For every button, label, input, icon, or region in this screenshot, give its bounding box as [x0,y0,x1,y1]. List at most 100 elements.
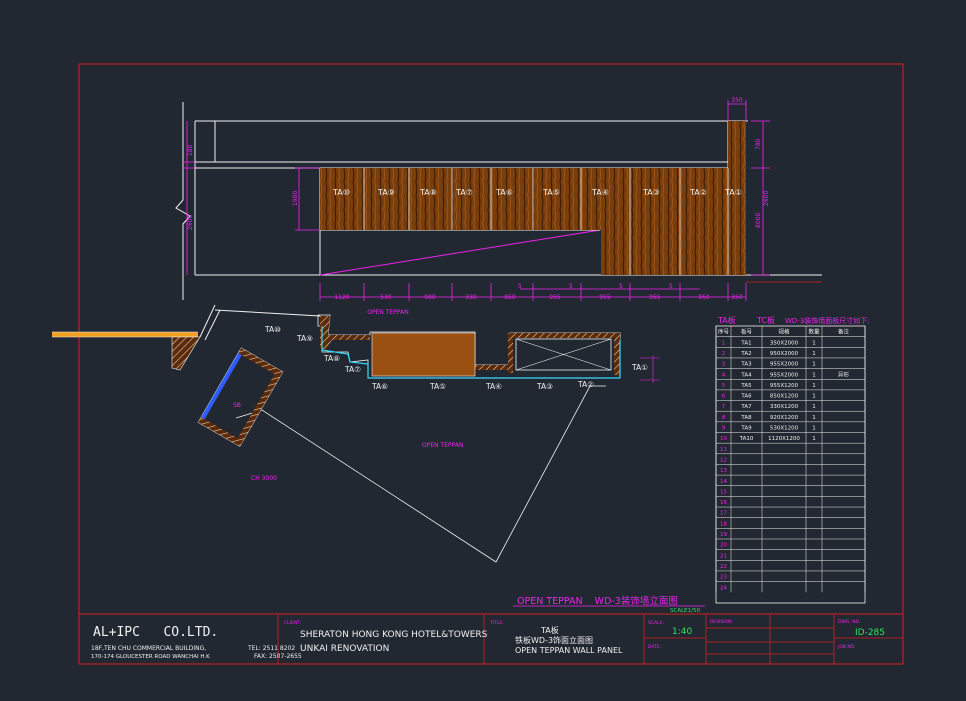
plan-sb-label: SB [233,402,241,409]
schedule-cell: 920X1200 [770,415,799,421]
schedule-cell: 22 [720,564,727,570]
drawing-caption: OPEN TEPPAN WD-3装饰墙立面图 SCALE1/50 [513,595,705,614]
schedule-header-cell: 板号 [741,328,753,336]
schedule-cell: TA10 [739,436,754,442]
schedule-cell: 17 [720,511,727,517]
schedule-title-ta: TA板 [717,315,736,325]
schedule-cell: 1 [812,436,816,442]
elev-tag-ta10: TA⑩ [332,188,350,197]
elev-right-dim-1: 780 [755,138,762,150]
schedule-cell: 2 [722,351,726,357]
elev-small-s-2: 5 [569,283,573,290]
schedule-cell: 异形 [838,370,850,378]
schedule-cell: 21 [720,553,727,559]
plan-tag-ta7: TA⑦ [344,365,361,374]
schedule-cell: 530X1200 [770,426,799,432]
elev-right-dim-2: 8000 [755,213,762,228]
company-address-2: 170-174 GLOUCESTER ROAD WANCHAI H.K [91,654,210,660]
schedule-cell: 6 [722,394,726,400]
plan-tag-ta8-upper: TA⑧ [323,354,340,363]
schedule-cell: 10 [720,436,727,442]
scale-value: 1:40 [672,627,692,637]
schedule-header-cell: 备注 [838,328,850,336]
schedule-header-cell: 规格 [778,328,790,336]
elev-bottom-dim-10: 350 [731,294,743,301]
schedule-cell: 1 [722,340,726,346]
elev-bottom-dim-5: 850 [504,294,516,301]
schedule-cell: 1 [812,415,816,421]
plan-view: SB TA⑩ TA⑨ TA⑧ TA⑦ TA⑥ TA⑤ TA④ TA③ TA② T… [52,304,660,563]
client-line-2: UNKAI RENOVATION [300,644,389,654]
schedule-cell: 15 [720,489,727,495]
schedule-cell: TA7 [740,404,752,410]
plan-tag-ta2: TA② [577,380,594,389]
elev-small-s-1: 5 [518,283,522,290]
elevation-view: 350 180 1980 2600 780 8000 2600 1120 530… [175,97,822,316]
schedule-cell: 9 [722,426,726,432]
schedule-cell: TA6 [740,394,752,400]
schedule-title-tc: TC板 [756,315,775,325]
schedule-cell: 19 [720,532,727,538]
elev-tag-ta6: TA⑥ [495,188,513,197]
elev-bottom-dim-4: 330 [465,294,477,301]
schedule-header-cell: 数量 [808,328,820,336]
schedule-cell: 1 [812,404,816,410]
schedule-cell: 1 [812,426,816,432]
schedule-cell: 3 [722,362,726,368]
elev-tag-ta1: TA① [724,188,742,197]
schedule-cell: 1 [812,372,816,378]
schedule-cell: 11 [720,447,727,453]
schedule-cell: 24 [720,585,727,591]
schedule-title-desc: WD-3装饰墙面板尺寸如下: [785,316,870,325]
plan-tag-ta10: TA⑩ [264,325,281,334]
schedule-cell: 13 [720,468,727,474]
elev-bottom-dim-2: 530 [380,294,392,301]
client-label: CLIENT: [284,620,301,626]
plan-tag-ta9: TA⑨ [296,334,313,343]
schedule-cell: 950X2000 [770,351,799,357]
schedule-cell: 8 [722,415,726,421]
plan-tag-ta5: TA⑤ [429,382,446,391]
elev-tag-ta8: TA⑧ [419,188,437,197]
title-en: OPEN TEPPAN WALL PANEL [515,646,623,655]
elev-bottom-dim-3: 980 [424,294,436,301]
job-label: JOB NO. [837,644,856,650]
schedule-cell: 4 [722,372,726,378]
elev-left-dim-1: 180 [187,144,194,156]
schedule-cell: TA2 [740,351,751,357]
schedule-cell: TA1 [740,340,751,346]
plan-tag-ta1: TA① [631,363,648,372]
company-fax: FAX: 2507-2655 [254,653,302,660]
schedule-cell: 18 [720,521,727,527]
schedule-header-cell: 序号 [718,328,730,336]
plan-ch-label: CH 3000 [251,475,277,482]
elev-left-dim-2: 1980 [292,191,299,206]
elev-tag-ta2: TA② [689,188,707,197]
elev-tag-ta9: TA⑨ [377,188,395,197]
company-tel: TEL: 2511 8202 [247,645,295,652]
schedule-cell: 955X2000 [770,362,799,368]
plan-tag-ta4: TA④ [485,382,502,391]
company-address-1: 18F,TEN CHU COMMERCIAL BUILDING, [91,645,206,652]
schedule-cell: 955X1200 [770,383,799,389]
plan-tag-ta6: TA⑥ [371,382,388,391]
client-line-1: SHERATON HONG KONG HOTEL&TOWERS [300,630,488,640]
caption-title: OPEN TEPPAN WD-3装饰墙立面图 [517,595,678,607]
schedule-cell: 20 [720,543,727,549]
schedule-cell: 16 [720,500,727,506]
title-label: TITLE: [489,620,504,626]
schedule-cell: TA3 [740,362,752,368]
revision-label: REVISION: [710,619,733,625]
elev-tag-ta5: TA⑤ [542,188,560,197]
elev-bottom-dim-6: 955 [549,294,561,301]
schedule-cell: 1120X1200 [768,436,800,442]
schedule-cell: 350X2000 [770,340,799,346]
elev-top-dim: 350 [731,97,743,104]
dwg-label: DWG. NO. [838,619,860,625]
plan-area-label: OPEN TEPPAN [422,442,463,449]
schedule-cell: 1 [812,394,816,400]
schedule-cell: TA4 [740,372,752,378]
schedule-cell: 1 [812,383,816,389]
elev-small-s-4: 5 [669,283,673,290]
date-label: DATE: [648,644,661,650]
